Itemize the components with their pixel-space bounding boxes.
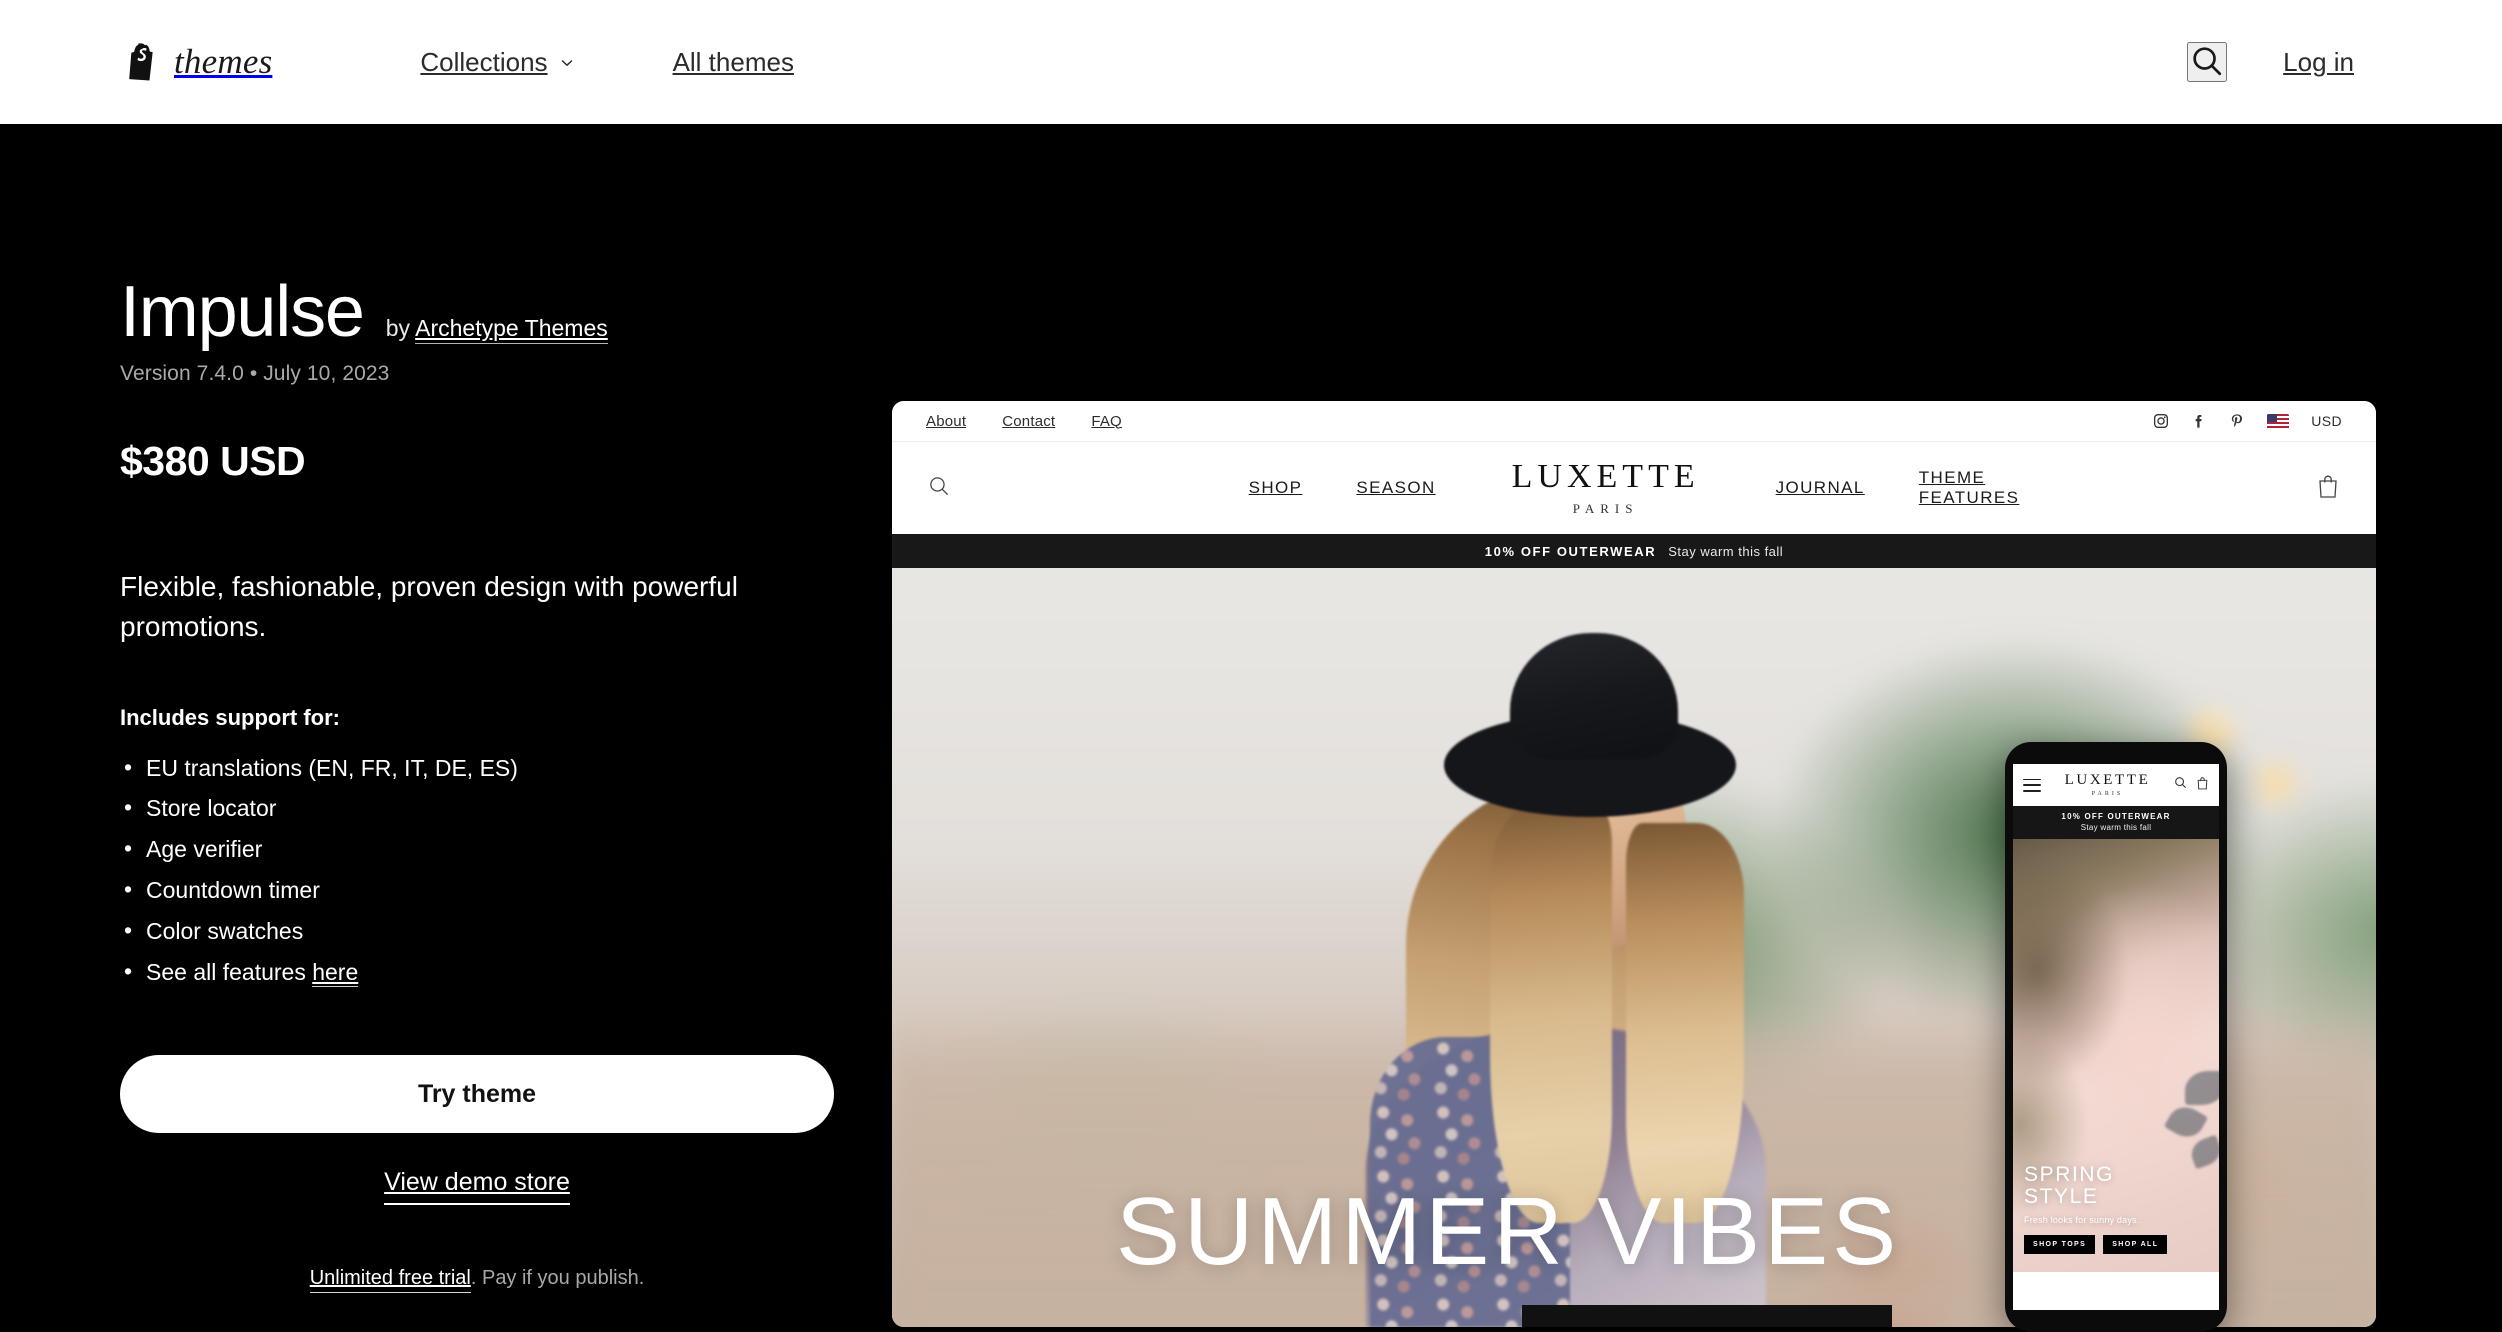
shopify-themes-logo[interactable]: themes [126, 42, 272, 82]
preview-main-nav: SHOP SEASON LUXETTE PARIS JOURNAL THEME … [892, 442, 2376, 534]
preview-promo-strong: 10% OFF OUTERWEAR [1484, 543, 1657, 559]
shop-tops-button[interactable]: SHOP TOPS [2024, 1235, 2096, 1254]
preview-navlink-theme-features[interactable]: THEME FEATURES [1919, 468, 2020, 508]
list-item: See all features here [120, 951, 840, 993]
brand-wordmark: themes [174, 42, 273, 81]
preview-navlink-journal[interactable]: JOURNAL [1776, 478, 1865, 498]
hero-bottom-bar [1522, 1305, 1892, 1327]
preview-navlink-season[interactable]: SEASON [1356, 478, 1435, 498]
phone-hero-line2: STYLE [2024, 1185, 2099, 1209]
search-icon[interactable] [928, 475, 950, 502]
list-item: Countdown timer [120, 869, 840, 911]
phone-store-logo-sub: PARIS [2091, 791, 2124, 797]
us-flag-icon [2267, 413, 2290, 429]
feature-label: EU translations (EN, FR, IT, DE, ES) [146, 754, 518, 781]
phone-store-logo-main: LUXETTE [2064, 772, 2151, 788]
phone-hero-image: SPRING STYLE Fresh looks for sunny days.… [2013, 839, 2219, 1294]
unlimited-free-trial-link[interactable]: Unlimited free trial [309, 1267, 471, 1294]
search-button[interactable] [2187, 42, 2228, 82]
phone-hero-buttons: SHOP TOPS SHOP ALL [2024, 1235, 2168, 1254]
byline-prefix: by [385, 315, 416, 341]
nav-item-all-themes[interactable]: All themes [673, 47, 794, 78]
preview-promo-bar: 10% OFF OUTERWEAR Stay warm this fall [892, 534, 2376, 568]
mobile-preview-mockup[interactable]: LUXETTE PARIS 10% OFF OUTERWEAR Stay war… [2005, 742, 2227, 1332]
preview-promo-sub: Stay warm this fall [1668, 543, 1784, 559]
shopping-bag-icon[interactable] [2316, 475, 2340, 503]
list-item: Age verifier [120, 828, 840, 870]
preview-nav-left [928, 475, 950, 502]
phone-promo-strong: 10% OFF OUTERWEAR [2061, 812, 2171, 821]
preview-utility-links: About Contact FAQ [926, 413, 1122, 430]
preview-social-and-currency: USD [2153, 413, 2342, 429]
nav-item-collections[interactable]: Collections [420, 47, 574, 78]
shopping-bag-icon[interactable] [2196, 776, 2209, 795]
list-item: Store locator [120, 787, 840, 829]
theme-detail-stage: Impulse by Archetype Themes Version 7.4.… [0, 124, 2502, 1332]
nav-item-collections-label: Collections [420, 46, 548, 77]
theme-price: $380 USD [120, 438, 306, 484]
theme-tagline: Flexible, fashionable, proven design wit… [120, 571, 738, 642]
currency-label[interactable]: USD [2311, 413, 2342, 429]
preview-announcement-bar: About Contact FAQ USD [892, 401, 2376, 442]
facebook-icon[interactable] [2191, 413, 2207, 429]
list-item: Color swatches [120, 910, 840, 952]
theme-info-column: Impulse by Archetype Themes Version 7.4.… [120, 276, 840, 1294]
title-row: Impulse by Archetype Themes [120, 276, 840, 348]
chevron-down-icon [559, 47, 575, 78]
preview-nav-right [2316, 473, 2340, 504]
feature-label: Store locator [146, 795, 277, 822]
feature-label: Age verifier [146, 836, 263, 863]
preview-store-logo-main: LUXETTE [1511, 457, 1700, 495]
hamburger-icon[interactable] [2023, 778, 2041, 792]
search-icon[interactable] [2174, 776, 2187, 794]
feature-label: Countdown timer [146, 877, 320, 904]
site-header: themes Collections All themes Log in [0, 0, 2502, 124]
trial-note: Unlimited free trial. Pay if you publish… [120, 1267, 834, 1294]
preview-store-logo[interactable]: LUXETTE PARIS [1490, 457, 1722, 517]
see-all-features-link[interactable]: here [312, 959, 359, 988]
preview-link-faq[interactable]: FAQ [1091, 413, 1122, 430]
shopify-bag-icon [126, 43, 158, 81]
page-title: Impulse [120, 272, 365, 352]
view-demo-store-link[interactable]: View demo store [384, 1168, 570, 1206]
phone-screen: LUXETTE PARIS 10% OFF OUTERWEAR Stay war… [2013, 764, 2219, 1310]
author-byline: by Archetype Themes [385, 315, 608, 344]
primary-navigation: Collections All themes [420, 47, 794, 78]
phone-nav-icons [2174, 776, 2209, 795]
phone-hero-text: SPRING STYLE Fresh looks for sunny days.… [2024, 1163, 2168, 1254]
demo-link-row: View demo store [120, 1168, 834, 1206]
preview-navlink-shop[interactable]: SHOP [1249, 478, 1303, 498]
preview-link-contact[interactable]: Contact [1002, 413, 1055, 430]
header-actions: Log in [2187, 42, 2354, 82]
hero-headline: SUMMER VIBES [1116, 1178, 1901, 1285]
phone-hero-line1: SPRING [2024, 1163, 2115, 1187]
feature-label: See all features [146, 959, 313, 986]
shop-all-button[interactable]: SHOP ALL [2103, 1235, 2168, 1254]
nav-item-all-themes-label: All themes [672, 46, 794, 77]
phone-store-logo[interactable]: LUXETTE PARIS [2041, 772, 2174, 798]
try-theme-button[interactable]: Try theme [120, 1055, 834, 1134]
pinterest-icon[interactable] [2229, 413, 2245, 429]
phone-promo-sub: Stay warm this fall [2080, 823, 2152, 832]
author-link[interactable]: Archetype Themes [415, 315, 608, 344]
trial-note-rest: . Pay if you publish. [470, 1267, 645, 1290]
preview-link-about[interactable]: About [926, 413, 966, 430]
version-and-date: Version 7.4.0 • July 10, 2023 [120, 362, 390, 385]
includes-heading: Includes support for: [120, 704, 340, 730]
instagram-icon[interactable] [2153, 413, 2169, 429]
phone-promo-bar: 10% OFF OUTERWEAR Stay warm this fall [2013, 806, 2219, 839]
phone-nav: LUXETTE PARIS [2013, 764, 2219, 806]
preview-nav-center: SHOP SEASON LUXETTE PARIS JOURNAL THEME … [1249, 457, 2020, 517]
feature-label: Color swatches [146, 918, 304, 945]
search-icon [2190, 44, 2224, 81]
feature-list: EU translations (EN, FR, IT, DE, ES) Sto… [120, 747, 840, 994]
phone-bottom-strip [2013, 1272, 2219, 1294]
phone-hero-subtitle: Fresh looks for sunny days. [2024, 1215, 2140, 1225]
preview-store-logo-sub: PARIS [1572, 500, 1639, 516]
login-link[interactable]: Log in [2283, 47, 2354, 78]
list-item: EU translations (EN, FR, IT, DE, ES) [120, 747, 840, 789]
